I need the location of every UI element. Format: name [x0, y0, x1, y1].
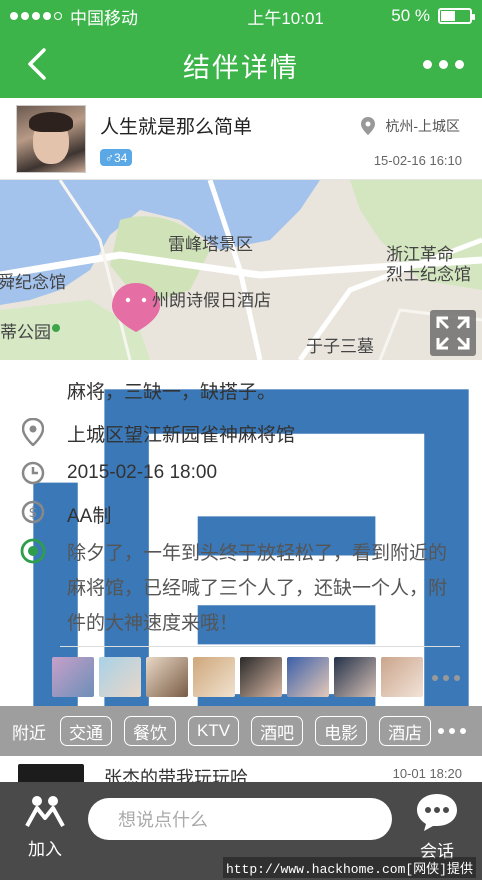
list-item-time: 10-01 18:20: [392, 766, 462, 781]
join-label: 加入: [28, 840, 62, 859]
poster-profile: 人生就是那么简单 ♂34 杭州-上城区 15-02-16 16:10: [0, 98, 482, 180]
watermark: http://www.hackhome.com[网侠]提供: [222, 857, 476, 878]
battery-text: 50 %: [391, 6, 430, 25]
dollar-icon: $: [21, 500, 45, 524]
svg-text:$: $: [29, 505, 38, 521]
participant-avatar[interactable]: [99, 657, 141, 697]
list-item[interactable]: 张杰的带我玩玩哈 10-01 18:20: [0, 756, 482, 784]
back-arrow-icon[interactable]: [20, 46, 56, 82]
post-time: 15-02-16 16:10: [373, 153, 462, 168]
map-label-martyrs: 烈士纪念馆: [386, 265, 471, 284]
nearby-tag-food[interactable]: 餐饮: [124, 716, 176, 746]
battery-status: 50 %: [391, 6, 475, 26]
signal-icon: [10, 12, 62, 20]
map-label-hotel: 州朗诗假日酒店: [152, 291, 271, 310]
map-label-memorial: 舜纪念馆: [0, 273, 66, 292]
activity-text: 麻将，三缺一，缺搭子。: [67, 382, 277, 403]
participant-avatar[interactable]: [381, 657, 423, 697]
comment-input[interactable]: 想说点什么: [88, 798, 392, 840]
status-bar: 中国移动 上午10:01 50 %: [0, 0, 482, 32]
map-label-leifeng: 雷峰塔景区: [168, 235, 253, 254]
more-menu-icon[interactable]: [423, 60, 464, 69]
chat-button[interactable]: 会话: [414, 792, 460, 862]
participant-avatar[interactable]: [52, 657, 94, 697]
nav-bar: 结伴详情: [0, 32, 482, 98]
chat-bubble-icon: [417, 794, 457, 831]
page-title: 结伴详情: [183, 52, 299, 83]
location-pin-icon: [22, 418, 44, 446]
description-text: 除夕了，一年到头终于放轻松了，看到附近的麻将馆，已经喊了三个人了，还缺一个人，附…: [67, 543, 448, 634]
participant-avatar[interactable]: [240, 657, 282, 697]
nearby-tag-movie[interactable]: 电影: [315, 716, 368, 746]
battery-icon: [438, 8, 475, 24]
location-pin-icon: [361, 117, 376, 135]
list-item-title: 张杰的带我玩玩哈: [104, 768, 248, 784]
map-expand-button[interactable]: [430, 310, 476, 356]
avatar[interactable]: [16, 105, 86, 173]
clock: 上午10:01: [247, 8, 324, 28]
nearby-more-icon[interactable]: [438, 728, 466, 734]
nearby-tag-transport[interactable]: 交通: [60, 716, 112, 746]
participant-avatar[interactable]: [287, 657, 329, 697]
map-view[interactable]: 雷峰塔景区 浙江革命 烈士纪念馆 舜纪念馆 蒂公园 州朗诗假日酒店 于子三墓: [0, 180, 482, 360]
nearby-bar: 附近 交通 餐饮 KTV 酒吧 电影 酒店: [0, 706, 482, 756]
participant-avatar[interactable]: [193, 657, 235, 697]
expand-icon: [436, 316, 470, 350]
divider: [60, 646, 460, 647]
people-icon: [25, 796, 65, 827]
address-text[interactable]: 上城区望江新园雀神麻将馆: [67, 420, 295, 447]
nearby-tag-ktv[interactable]: KTV: [188, 716, 240, 746]
poster-name: 人生就是那么简单: [100, 117, 253, 138]
location-text: 杭州-上城区: [385, 118, 460, 134]
target-icon: [20, 538, 46, 564]
gender-age-badge: ♂34: [100, 149, 133, 166]
datetime-text: 2015-02-16 18:00: [67, 462, 218, 483]
bottom-bar: 加入 想说点什么 会话 http://www.hackhome.com[网侠]提…: [0, 782, 482, 880]
avatar: [18, 764, 84, 784]
nearby-tag-bar[interactable]: 酒吧: [251, 716, 304, 746]
payment-text: AA制: [67, 506, 112, 527]
map-label-tomb: 于子三墓: [306, 337, 374, 356]
nearby-tag-hotel[interactable]: 酒店: [379, 716, 432, 746]
poster-location: 杭州-上城区: [361, 116, 460, 136]
participant-avatar[interactable]: [146, 657, 188, 697]
join-button[interactable]: 加入: [24, 794, 66, 860]
more-participants-icon[interactable]: [432, 675, 460, 681]
top-bar: 中国移动 上午10:01 50 % 结伴详情: [0, 0, 482, 98]
nearby-label: 附近: [12, 723, 46, 743]
map-label-park: 蒂公园: [0, 323, 51, 342]
participant-avatar[interactable]: [334, 657, 376, 697]
participant-avatars: [52, 657, 423, 697]
clock-icon: [21, 461, 45, 485]
